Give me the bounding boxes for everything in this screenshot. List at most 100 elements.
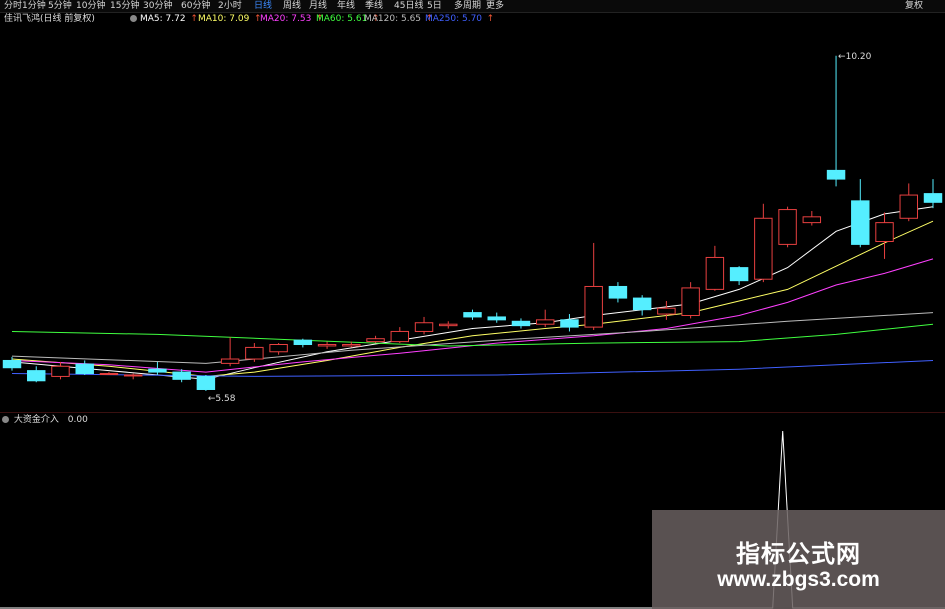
candlestick[interactable]	[584, 242, 603, 330]
toolbar-item[interactable]: 30分钟	[143, 0, 172, 12]
candlestick[interactable]	[293, 338, 313, 348]
toolbar-item[interactable]: 2小时	[218, 0, 242, 12]
candlestick[interactable]	[899, 183, 918, 222]
candle-body	[657, 307, 676, 315]
candlestick[interactable]	[535, 309, 555, 328]
candle-body	[851, 200, 870, 245]
candle-body	[511, 320, 531, 327]
candle-body	[487, 316, 506, 321]
candle-body	[51, 365, 70, 377]
candle-body	[123, 374, 143, 377]
candlestick[interactable]	[317, 341, 337, 349]
candle-body	[342, 344, 361, 347]
candle-body	[220, 358, 240, 364]
candlestick[interactable]	[463, 309, 482, 320]
candlestick[interactable]	[802, 211, 822, 226]
candlestick[interactable]	[851, 179, 870, 248]
panel-separator	[0, 412, 945, 413]
toolbar-item[interactable]: 月线	[309, 0, 327, 12]
candlestick[interactable]	[414, 316, 434, 335]
candle-body	[584, 285, 603, 328]
candlestick[interactable]	[681, 282, 700, 319]
candlestick[interactable]	[220, 337, 240, 367]
candlestick[interactable]	[729, 266, 749, 286]
candlestick[interactable]	[778, 206, 797, 248]
candle-body	[293, 339, 313, 346]
candlestick[interactable]	[390, 327, 410, 344]
candlestick[interactable]	[99, 372, 119, 376]
candle-body	[802, 216, 822, 224]
candle-body	[681, 287, 700, 316]
toolbar-item[interactable]: 5分钟	[48, 0, 72, 12]
candle-body	[608, 285, 628, 299]
candle-body	[632, 297, 652, 311]
toolbar-item[interactable]: 45日线	[394, 0, 423, 12]
sub-indicator-value: 0.00	[67, 415, 88, 425]
candle-body	[269, 344, 288, 353]
ma-legend-item: MA10: 7.09	[198, 14, 250, 24]
candle-body	[414, 322, 434, 332]
candlestick[interactable]	[632, 295, 652, 316]
candlestick[interactable]	[245, 343, 264, 362]
candle-body	[366, 338, 385, 343]
candle-body	[560, 319, 579, 328]
toolbar-item[interactable]: 10分钟	[76, 0, 105, 12]
toolbar-item[interactable]: 1分钟	[22, 0, 46, 12]
candle-body	[778, 209, 797, 245]
settings-dot-icon[interactable]	[130, 15, 137, 22]
candlestick[interactable]	[608, 282, 628, 303]
candlestick[interactable]	[75, 360, 94, 375]
candlestick[interactable]	[705, 245, 725, 291]
watermark-title: 指标公式网	[736, 540, 861, 568]
candlestick[interactable]	[923, 179, 943, 209]
candle-body	[27, 370, 46, 382]
candlestick[interactable]	[657, 300, 676, 320]
candlestick[interactable]	[27, 366, 46, 383]
candlestick[interactable]	[2, 356, 22, 371]
toolbar-item[interactable]: 更多	[486, 0, 504, 12]
ma-legend: 佳讯飞鸿(日线 前复权) MA5: 7.72 ↑ MA10: 7.09 ↑ MA20: 7…	[0, 13, 945, 25]
toolbar-item[interactable]: 60分钟	[181, 0, 210, 12]
candlestick[interactable]	[754, 203, 773, 283]
candlestick[interactable]	[269, 343, 288, 355]
candle-body	[463, 312, 482, 318]
low-price-label: ←5.58	[208, 394, 236, 404]
candle-body	[2, 359, 22, 369]
toolbar-item[interactable]: 季线	[365, 0, 383, 12]
candle-body	[754, 217, 773, 280]
ma-legend-item: MA20: 7.53	[260, 14, 312, 24]
candlestick[interactable]	[196, 374, 216, 391]
candlestick[interactable]	[560, 314, 579, 332]
candle-body	[172, 371, 191, 380]
candlestick[interactable]	[875, 212, 894, 259]
candle-body	[317, 344, 337, 347]
candlestick[interactable]	[366, 335, 385, 344]
candle-body	[899, 194, 918, 219]
toolbar-item[interactable]: 年线	[337, 0, 355, 12]
toolbar-item[interactable]: 日线	[254, 0, 272, 12]
candlestick[interactable]	[826, 55, 846, 187]
watermark-url: www.zbgs3.com	[717, 568, 880, 591]
toolbar-item[interactable]: 15分钟	[110, 0, 139, 12]
candle-body	[75, 363, 94, 375]
sub-indicator-legend: 大资金介入 0.00	[2, 414, 88, 426]
candlestick[interactable]	[439, 321, 458, 329]
sub-indicator-name: 大资金介入	[13, 415, 59, 425]
indicator-name[interactable]: 佳讯飞鸿(日线 前复权)	[4, 13, 95, 25]
ma-legend-item: MA250: 5.70	[425, 14, 483, 24]
indicator-dot-icon[interactable]	[2, 416, 9, 423]
ma-legend-item: MA5: 7.72	[140, 14, 186, 24]
candlestick[interactable]	[51, 361, 70, 380]
toolbar-item[interactable]: 分时	[4, 0, 22, 12]
adjust-button[interactable]: 复权	[905, 0, 923, 12]
ma-legend-item: MA120: 5.65	[364, 14, 422, 24]
candlestick[interactable]	[511, 318, 531, 329]
ma-legend-item: MA60: 5.61	[316, 14, 368, 24]
candlestick[interactable]	[487, 312, 506, 323]
toolbar-item[interactable]: 周线	[283, 0, 301, 12]
watermark-overlay: 指标公式网 www.zbgs3.com	[652, 510, 945, 609]
toolbar-item[interactable]: 多周期	[454, 0, 481, 12]
ma-line-ma60	[11, 323, 934, 347]
toolbar-item[interactable]: 5日	[427, 0, 442, 12]
candlestick-chart[interactable]: ←10.20 ←5.58	[0, 26, 945, 412]
